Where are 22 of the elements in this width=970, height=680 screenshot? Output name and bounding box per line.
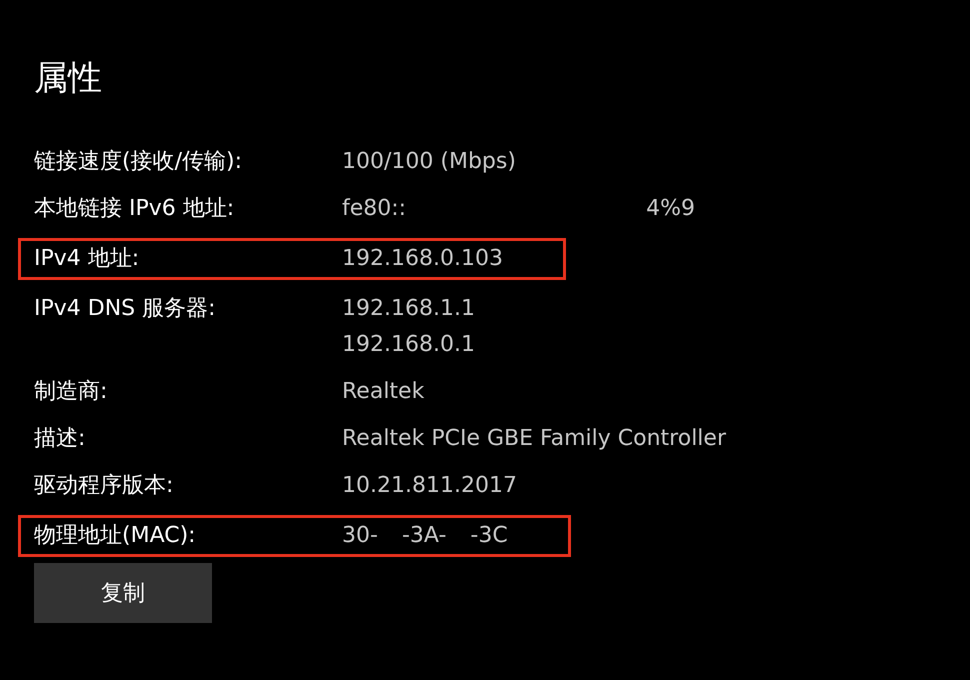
property-label: 制造商: — [34, 378, 108, 406]
property-value: 192.168.1.1 — [342, 295, 475, 323]
property-label: 物理地址(MAC): — [34, 522, 197, 550]
property-value: 30- — [342, 522, 378, 550]
property-value: 192.168.0.103 — [342, 245, 503, 273]
property-label: 本地链接 IPv6 地址: — [34, 195, 236, 223]
copy-button[interactable]: 复制 — [34, 563, 212, 623]
property-label: IPv4 DNS 服务器: — [34, 295, 217, 323]
property-value: 100/100 (Mbps) — [342, 148, 516, 176]
page-title: 属性 — [34, 57, 103, 100]
property-value: fe80:: — [342, 195, 406, 223]
property-label: 链接速度(接收/传输): — [34, 148, 243, 176]
property-label: 描述: — [34, 425, 86, 453]
property-value: Realtek — [342, 378, 424, 406]
property-value: Realtek PCIe GBE Family Controller — [342, 425, 726, 453]
property-value: 192.168.0.1 — [342, 331, 475, 359]
property-value: 10.21.811.2017 — [342, 472, 517, 500]
property-value: 4%9 — [646, 195, 696, 223]
property-value: -3C — [470, 522, 508, 550]
property-label: 驱动程序版本: — [34, 472, 174, 500]
property-value: -3A- — [402, 522, 446, 550]
property-label: IPv4 地址: — [34, 245, 140, 273]
